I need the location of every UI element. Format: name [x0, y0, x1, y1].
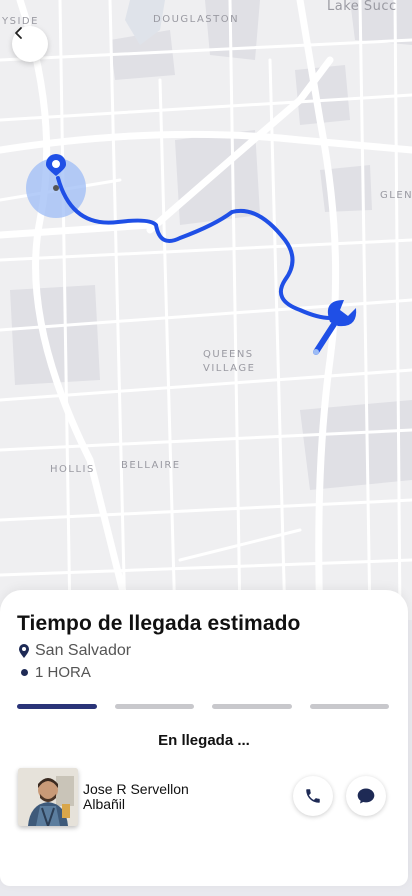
progress-step-3 — [212, 704, 292, 709]
map-label-bellaire: BELLAIRE — [121, 460, 181, 471]
eta-sheet: Tiempo de llegada estimado San Salvador … — [0, 590, 408, 886]
worker-role: Albañil — [83, 796, 126, 812]
map-canvas: YSIDE DOUGLASTON Lake Succ GLEN QUEENS V… — [0, 0, 412, 620]
chat-button[interactable] — [346, 776, 386, 816]
location-text: San Salvador — [35, 642, 132, 659]
chevron-left-icon — [15, 27, 22, 39]
progress-step-1 — [17, 704, 97, 709]
map-pin-icon — [19, 644, 29, 658]
map-label-glen: GLEN — [380, 190, 412, 201]
location-row: San Salvador — [18, 642, 131, 660]
map-label-queens: QUEENS — [203, 349, 254, 360]
call-button[interactable] — [293, 776, 333, 816]
worker-card: Jose R Servellon Albañil — [18, 768, 390, 828]
chat-bubble-icon — [357, 788, 375, 804]
map-view[interactable]: YSIDE DOUGLASTON Lake Succ GLEN QUEENS V… — [0, 0, 412, 620]
eta-time-row: 1 HORA — [21, 664, 91, 681]
eta-time-text: 1 HORA — [35, 664, 91, 681]
status-text: En llegada ... — [158, 732, 250, 749]
eta-title: Tiempo de llegada estimado — [17, 612, 301, 635]
progress-steps — [17, 704, 389, 709]
worker-name: Jose R Servellon — [83, 781, 189, 797]
progress-step-2 — [114, 704, 194, 709]
worker-avatar — [18, 768, 78, 826]
map-label-lake-success: Lake Succ — [327, 0, 397, 14]
map-label-hollis: HOLLIS — [50, 464, 95, 475]
phone-icon — [306, 789, 320, 803]
progress-step-4 — [309, 704, 389, 709]
back-button[interactable] — [12, 26, 48, 62]
map-label-village: VILLAGE — [203, 363, 255, 374]
map-label-douglaston: DOUGLASTON — [153, 14, 239, 25]
time-dot-icon — [21, 669, 28, 676]
